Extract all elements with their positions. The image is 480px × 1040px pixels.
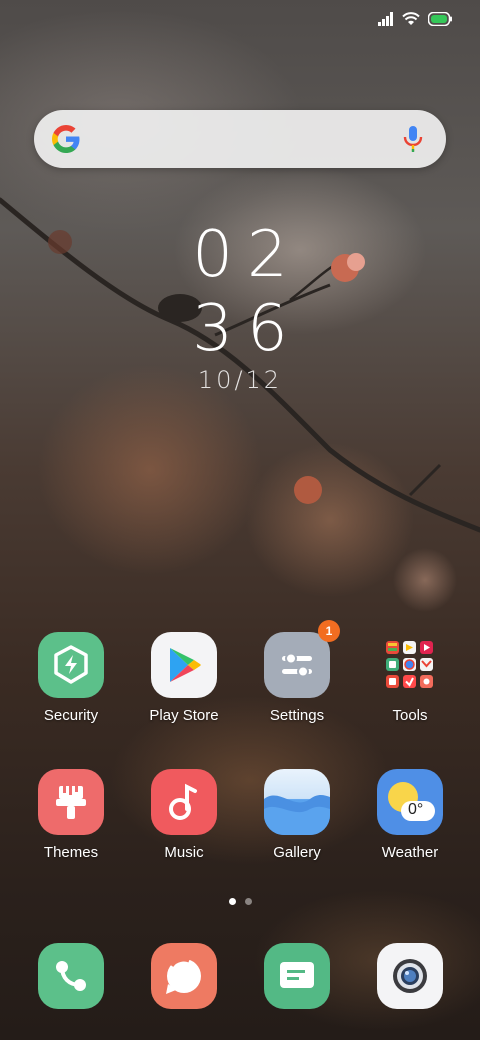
app-play-store[interactable]: Play Store [129,632,239,724]
app-security[interactable]: Security [16,632,126,724]
clock-hours: 02 [192,218,302,292]
status-bar [378,12,452,26]
weather-temperature: 0° [408,801,424,818]
dock-messages[interactable] [264,943,330,1009]
sliders-icon: 1 [264,620,340,698]
paintbrush-icon [38,769,104,835]
page-dot-active [228,898,236,905]
play-store-icon [151,632,217,698]
app-themes[interactable]: Themes [16,769,126,861]
wave-icon [264,769,330,835]
notification-badge: 1 [318,620,340,642]
dock-phone[interactable] [38,943,104,1009]
phone-icon [56,961,86,991]
app-label: Tools [392,707,428,724]
app-label: Settings [269,707,325,724]
battery-icon [428,12,452,26]
google-g-icon [52,125,80,153]
home-screen: 02 36 10/12 Security Play Store 1 Settin… [0,0,480,1040]
dock-chat[interactable] [151,943,217,1009]
page-dot [244,898,252,905]
dock-camera[interactable] [377,943,443,1009]
app-label: Themes [43,844,99,861]
app-label: Music [164,844,204,861]
clock-date: 10/12 [197,366,283,394]
app-label: Gallery [273,844,321,861]
app-music[interactable]: Music [129,769,239,861]
wifi-icon [402,12,420,25]
sun-cloud-icon: 0° [377,769,443,835]
page-indicator[interactable] [0,898,480,905]
message-icon [280,962,314,988]
mic-icon[interactable] [402,124,424,154]
app-label: Weather [381,844,439,861]
folder-grid-icon [377,632,443,698]
search-bar[interactable] [34,110,446,168]
clock-widget[interactable]: 02 36 10/12 [0,218,480,394]
shield-bolt-icon [38,632,104,698]
app-label: Security [43,707,99,724]
clock-minutes: 36 [192,292,302,366]
music-note-icon [151,769,217,835]
app-folder-tools[interactable]: Tools [355,632,465,724]
app-weather[interactable]: 0° Weather [355,769,465,861]
camera-icon [393,959,427,993]
app-label: Play Store [149,707,219,724]
signal-icon [378,12,393,26]
app-settings[interactable]: 1 Settings [242,620,352,724]
chat-bubble-icon [166,958,201,994]
app-gallery[interactable]: Gallery [242,769,352,861]
